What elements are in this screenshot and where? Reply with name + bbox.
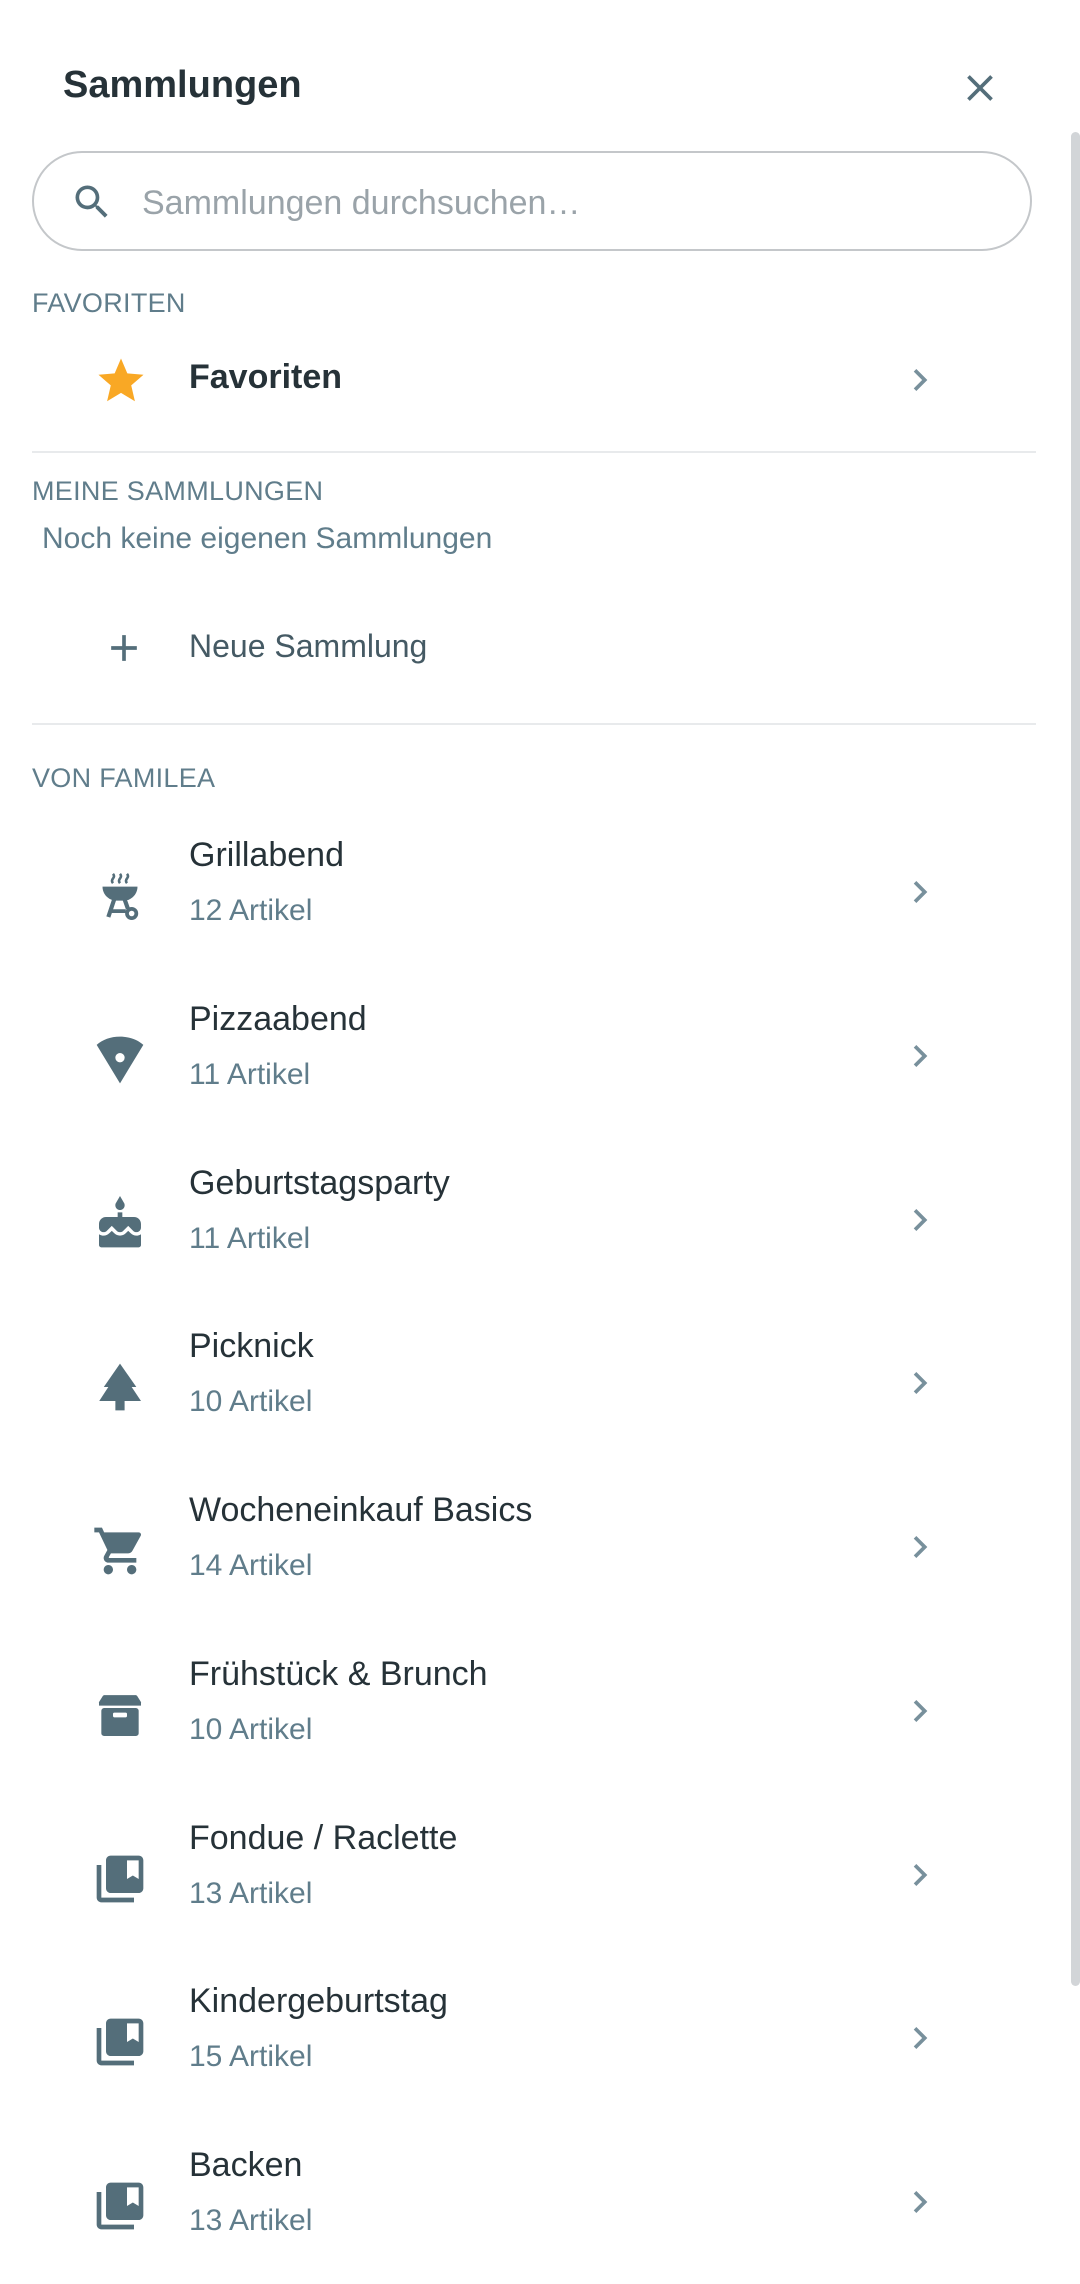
tree-icon — [99, 1363, 141, 1411]
new-collection-label: Neue Sammlung — [189, 628, 428, 664]
chevron-right-icon — [913, 1700, 928, 1722]
collection-item-count: 13 Artikel — [189, 2204, 313, 2237]
pizza-icon — [96, 1036, 144, 1084]
chevron-right-icon — [913, 1209, 928, 1231]
collection-item-picknick[interactable]: Picknick 10 Artikel — [32, 1303, 1036, 1463]
chevron-right-icon — [913, 1864, 928, 1886]
collection-item-label: Pizzaabend — [189, 1000, 367, 1038]
collection-item-count: 11 Artikel — [189, 1058, 311, 1091]
collection-item-label: Fondue / Raclette — [189, 1819, 458, 1857]
collections-screen: Sammlungen FAVORITEN Favoriten MEINE SAM… — [0, 0, 1080, 2284]
section-label-favorites: FAVORITEN — [32, 288, 186, 318]
scrollbar[interactable] — [1071, 132, 1080, 1986]
collection-item-label: Wocheneinkauf Basics — [189, 1491, 533, 1529]
page-title: Sammlungen — [63, 64, 302, 106]
close-icon — [967, 75, 993, 101]
chevron-right-icon — [913, 2027, 928, 2049]
chevron-right-icon — [913, 369, 928, 391]
collection-item-fruehstueck-brunch[interactable]: Frühstück & Brunch 10 Artikel — [32, 1631, 1036, 1791]
collection-item-grillabend[interactable]: Grillabend 12 Artikel — [32, 812, 1036, 972]
chevron-right-icon — [913, 2191, 928, 2213]
collection-item-label: Grillabend — [189, 836, 344, 874]
section-label-familea: VON FAMILEA — [32, 763, 216, 793]
cart-icon — [94, 1527, 142, 1575]
header: Sammlungen — [0, 0, 1080, 150]
collection-item-kindergeburtstag[interactable]: Kindergeburtstag 15 Artikel — [32, 1958, 1036, 2118]
collection-item-label: Backen — [189, 2146, 303, 2184]
collection-item-count: 10 Artikel — [189, 1713, 313, 1746]
search-icon — [75, 185, 108, 218]
collection-item-count: 12 Artikel — [189, 894, 313, 927]
library-icon — [96, 2018, 144, 2066]
section-label-my-collections: MEINE SAMMLUNGEN — [32, 476, 324, 506]
chevron-right-icon — [913, 1536, 928, 1558]
collection-item-count: 11 Artikel — [189, 1222, 311, 1255]
cake-icon — [99, 1196, 141, 1248]
collection-item-label: Picknick — [189, 1327, 314, 1365]
collection-item-count: 14 Artikel — [189, 1549, 313, 1582]
favorites-item-label: Favoriten — [189, 358, 343, 396]
collection-item-geburtstagsparty[interactable]: Geburtstagsparty 11 Artikel — [32, 1140, 1036, 1300]
library-icon — [96, 1855, 144, 1903]
collection-item-fondue-raclette[interactable]: Fondue / Raclette 13 Artikel — [32, 1795, 1036, 1955]
collection-item-label: Frühstück & Brunch — [189, 1655, 488, 1693]
collection-item-label: Kindergeburtstag — [189, 1982, 448, 2020]
chevron-right-icon — [913, 1372, 928, 1394]
collection-item-count: 10 Artikel — [189, 1385, 313, 1418]
collection-item-label: Geburtstagsparty — [189, 1164, 450, 1202]
library-icon — [96, 2182, 144, 2230]
collection-item-wocheneinkauf-basics[interactable]: Wocheneinkauf Basics 14 Artikel — [32, 1467, 1036, 1627]
grill-icon — [102, 872, 139, 921]
collection-item-pizzaabend[interactable]: Pizzaabend 11 Artikel — [32, 976, 1036, 1136]
chevron-right-icon — [913, 1045, 928, 1067]
collection-item-count: 13 Artikel — [189, 1877, 313, 1910]
empty-collections-note: Noch keine eigenen Sammlungen — [42, 522, 493, 555]
store-icon — [99, 1695, 141, 1736]
search-input[interactable] — [140, 172, 1004, 234]
divider — [32, 451, 1036, 453]
close-button[interactable] — [948, 56, 1012, 120]
collection-item-count: 15 Artikel — [189, 2040, 313, 2073]
divider — [32, 723, 1036, 725]
favorites-item[interactable]: Favoriten — [32, 330, 1036, 430]
collection-item-backen[interactable]: Backen 13 Artikel — [32, 2122, 1036, 2282]
chevron-right-icon — [913, 881, 928, 903]
plus-icon — [111, 635, 137, 661]
new-collection-button[interactable]: Neue Sammlung — [32, 600, 1036, 694]
star-icon — [98, 358, 144, 402]
